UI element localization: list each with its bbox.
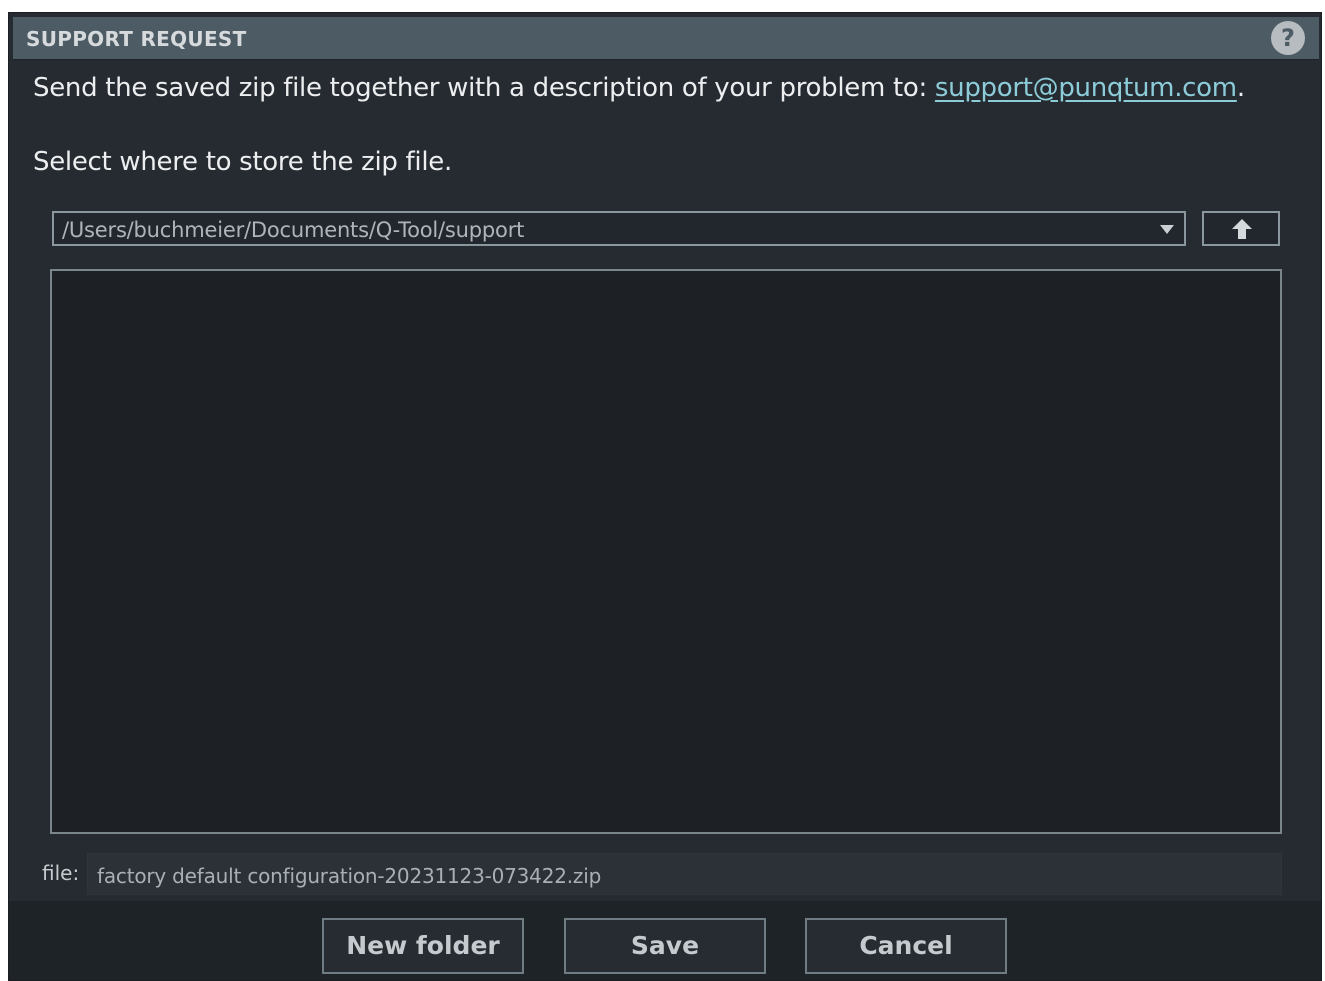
title-bar: SUPPORT REQUEST ?: [13, 17, 1319, 60]
file-name-input[interactable]: factory default configuration-20231123-0…: [87, 853, 1282, 895]
arrow-up-icon: [1232, 219, 1252, 239]
support-email-link[interactable]: support@punqtum.com: [935, 73, 1237, 103]
file-name-label: file:: [42, 861, 80, 885]
button-bar: New folder Save Cancel: [9, 901, 1321, 980]
path-value: /Users/buchmeier/Documents/Q-Tool/suppor…: [62, 218, 525, 242]
save-button[interactable]: Save: [564, 918, 766, 974]
chevron-down-icon[interactable]: [1160, 225, 1174, 234]
instruction-prefix: Send the saved zip file together with a …: [33, 73, 935, 103]
parent-folder-button[interactable]: [1202, 211, 1280, 246]
instruction-text: Send the saved zip file together with a …: [33, 73, 1245, 103]
new-folder-button[interactable]: New folder: [322, 918, 524, 974]
dialog-title: SUPPORT REQUEST: [26, 27, 247, 51]
cancel-button[interactable]: Cancel: [805, 918, 1007, 974]
file-browser-list[interactable]: [50, 269, 1282, 834]
path-dropdown[interactable]: /Users/buchmeier/Documents/Q-Tool/suppor…: [52, 211, 1186, 246]
instruction-suffix: .: [1236, 73, 1245, 103]
select-location-label: Select where to store the zip file.: [33, 147, 452, 177]
support-request-dialog: SUPPORT REQUEST ? Send the saved zip fil…: [8, 12, 1322, 981]
help-icon[interactable]: ?: [1271, 21, 1305, 55]
